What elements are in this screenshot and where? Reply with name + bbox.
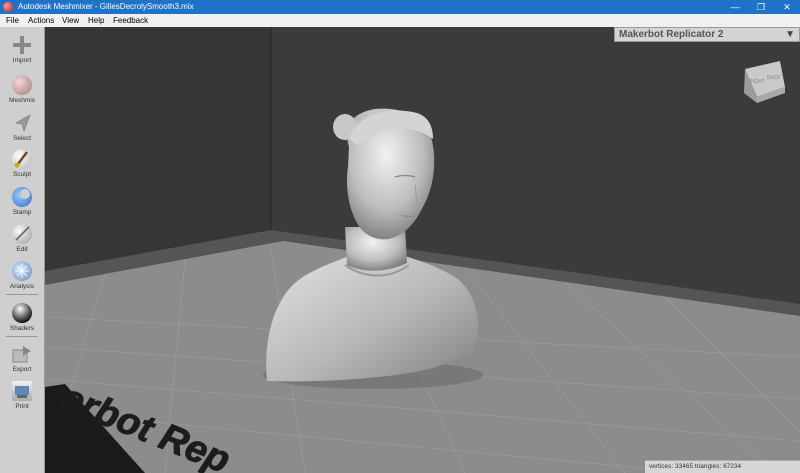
tool-label: Edit: [16, 246, 28, 253]
title-bar: Autodesk Meshmixer - GillesDecrolySmooth…: [0, 0, 800, 14]
tool-label: Print: [15, 403, 29, 410]
plus-icon: [12, 35, 32, 55]
view-cube-right[interactable]: RIGHT: [749, 79, 765, 85]
left-toolbar: Import Meshmix Select Sculpt Stamp Edit …: [0, 27, 45, 473]
menu-bar: File Actions View Help Feedback: [0, 14, 800, 28]
tool-label: Sculpt: [12, 171, 32, 178]
tool-select[interactable]: Select: [0, 109, 44, 145]
edit-icon: [12, 224, 32, 244]
tool-shaders[interactable]: Shaders: [0, 299, 44, 335]
tool-export[interactable]: Export: [0, 340, 44, 376]
scene-canvas: erbot Rep RIGHT BACK: [45, 27, 800, 473]
tool-label: Select: [12, 135, 32, 142]
menu-file[interactable]: File: [6, 16, 19, 25]
menu-help[interactable]: Help: [88, 16, 104, 25]
view-cube-back[interactable]: BACK: [767, 75, 781, 81]
tool-meshmix[interactable]: Meshmix: [0, 71, 44, 107]
shader-sphere-icon: [12, 303, 32, 323]
tool-label: Stamp: [12, 209, 32, 216]
3d-viewport[interactable]: erbot Rep RIGHT BACK: [45, 27, 800, 473]
printer-selector[interactable]: Makerbot Replicator 2 ▼: [614, 27, 800, 42]
select-arrow-icon: [12, 113, 32, 133]
left-wall: [45, 27, 271, 271]
tool-import[interactable]: Import: [0, 31, 44, 67]
tool-sculpt[interactable]: Sculpt: [0, 145, 44, 181]
tool-label: Shaders: [9, 325, 35, 332]
close-button[interactable]: ✕: [774, 0, 800, 14]
print-icon: [12, 381, 32, 401]
toolbar-divider: [6, 336, 38, 337]
tool-print[interactable]: Print: [0, 377, 44, 413]
tool-label: Export: [12, 366, 32, 373]
restore-button[interactable]: ❐: [748, 0, 774, 14]
tool-label: Analysis: [9, 283, 35, 290]
status-bar: vertices: 33465 triangles: 67234: [645, 460, 800, 473]
tool-edit[interactable]: Edit: [0, 220, 44, 256]
menu-feedback[interactable]: Feedback: [113, 16, 148, 25]
analysis-icon: [12, 261, 32, 281]
printer-name: Makerbot Replicator 2: [619, 29, 724, 40]
menu-actions[interactable]: Actions: [28, 16, 54, 25]
triangle-down-icon[interactable]: ▼: [785, 28, 795, 42]
tool-label: Import: [12, 57, 32, 64]
brush-icon: [12, 149, 32, 169]
tool-stamp[interactable]: Stamp: [0, 183, 44, 219]
window-title: Autodesk Meshmixer - GillesDecrolySmooth…: [18, 2, 194, 11]
stamp-icon: [12, 187, 32, 207]
menu-view[interactable]: View: [62, 16, 79, 25]
toolbar-divider: [6, 294, 38, 295]
meshmixer-logo-icon: [3, 2, 13, 12]
meshmix-icon: [12, 75, 32, 95]
tool-analysis[interactable]: Analysis: [0, 257, 44, 293]
export-icon: [12, 344, 32, 364]
minimize-button[interactable]: —: [722, 0, 748, 14]
tool-label: Meshmix: [8, 97, 35, 104]
